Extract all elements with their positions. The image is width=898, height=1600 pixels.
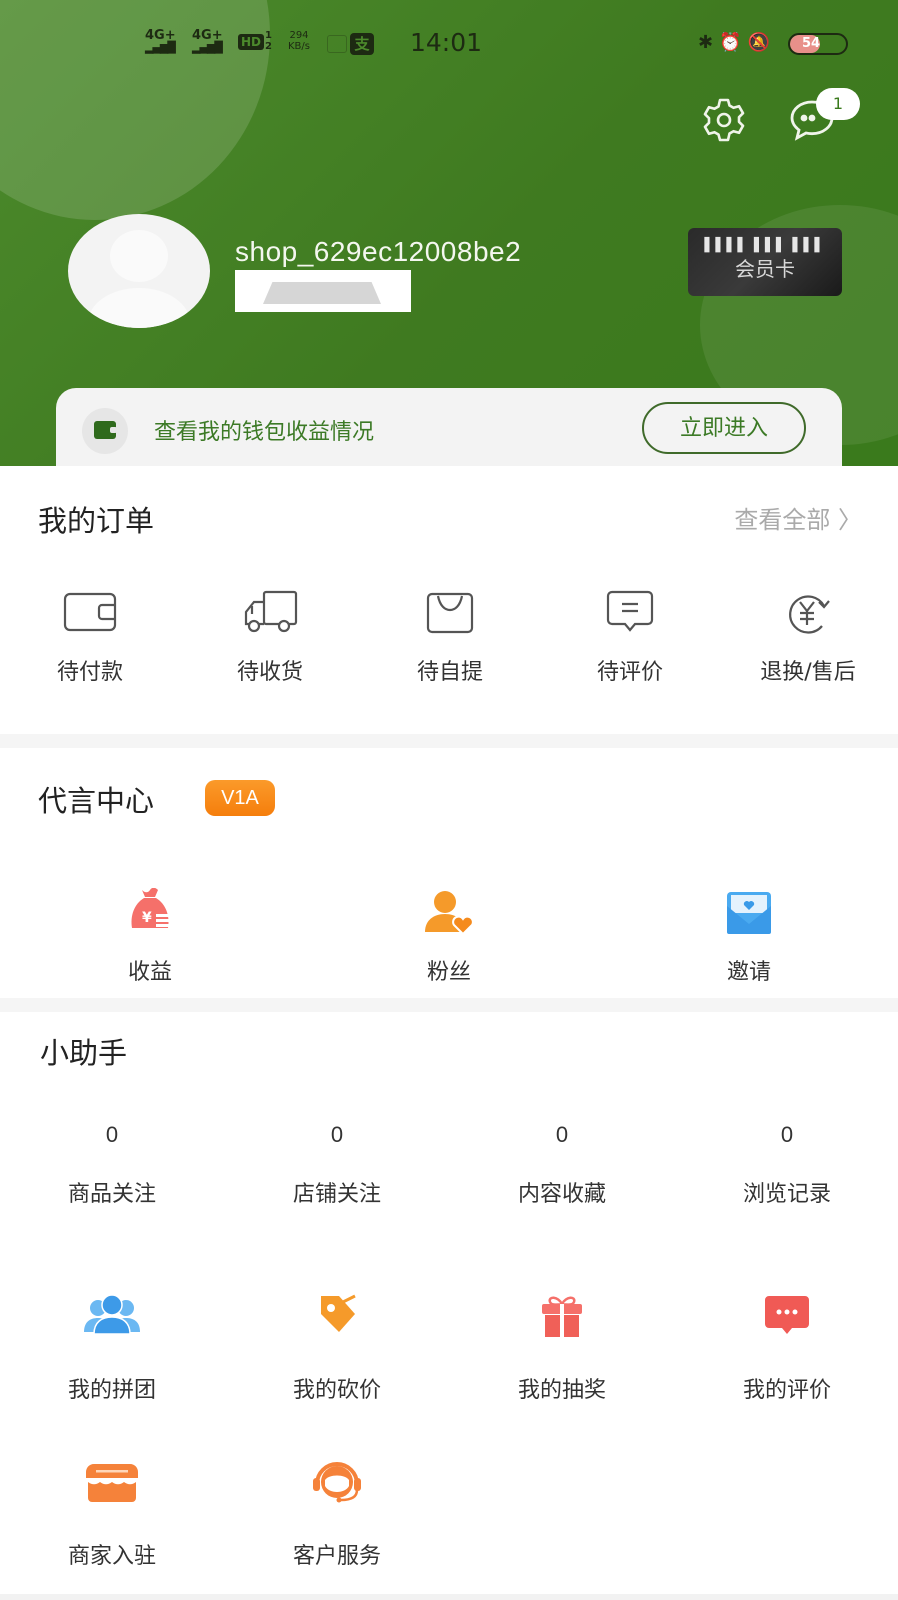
tool-my-reviews[interactable]: 我的评价 — [687, 1292, 887, 1404]
tool-group-buy[interactable]: 我的拼团 — [12, 1292, 212, 1404]
divider — [0, 1594, 898, 1600]
avatar-head — [110, 230, 168, 282]
shopping-bag-icon — [426, 592, 474, 634]
speed-value: 294 — [289, 30, 309, 41]
section-title: 小助手 — [40, 1036, 128, 1070]
tool-label: 商家入驻 — [67, 1544, 156, 1569]
count-label: 内容收藏 — [517, 1182, 606, 1207]
wallet-text: 查看我的钱包收益情况 — [154, 420, 375, 445]
tool-merchant-join[interactable]: 商家入驻 — [12, 1458, 212, 1570]
order-pending-payment[interactable]: 待付款 — [0, 588, 180, 686]
status-icons: ✱ ⏰ 🔕 — [698, 32, 770, 53]
tool-customer-service[interactable]: 客户服务 — [237, 1458, 437, 1570]
clock: 14:01 — [410, 28, 483, 57]
avatar[interactable] — [68, 214, 210, 328]
count-value: 0 — [555, 1122, 569, 1147]
bag-icon — [263, 282, 381, 304]
alarm-icon: ⏰ — [719, 32, 742, 53]
order-label: 待评价 — [596, 660, 663, 685]
group-icon — [84, 1294, 140, 1335]
level-badge: V1A — [205, 780, 275, 816]
advocate-center-section: 代言中心 V1A ¥ 收益 粉丝 邀请 — [0, 748, 898, 998]
order-label: 待付款 — [56, 660, 123, 685]
helper-section: 小助手 0 商品关注 0 店铺关注 0 内容收藏 0 浏览记录 我的拼团 我的砍… — [0, 1012, 898, 1600]
followed-stores[interactable]: 0 店铺关注 — [237, 1122, 437, 1208]
count-label: 浏览记录 — [742, 1182, 831, 1207]
network-speed: 294 KB/s — [288, 30, 310, 52]
tool-label: 我的拼团 — [67, 1378, 156, 1403]
advocate-label: 粉丝 — [426, 960, 471, 985]
price-tag-icon — [321, 1294, 356, 1332]
order-label: 待自提 — [416, 660, 483, 685]
tool-lottery[interactable]: 我的抽奖 — [462, 1292, 662, 1404]
tool-label: 我的评价 — [742, 1378, 831, 1403]
section-title: 代言中心 — [38, 784, 155, 818]
tool-label: 客户服务 — [292, 1544, 381, 1569]
advocate-fans[interactable]: 粉丝 — [359, 888, 539, 986]
hd-icon: HD — [238, 34, 265, 50]
member-card-label: 会员卡 — [735, 257, 795, 281]
invite-envelope-icon — [727, 892, 771, 934]
order-label: 待收货 — [236, 660, 303, 685]
wallet-banner[interactable]: 查看我的钱包收益情况 立即进入 — [56, 388, 842, 466]
battery-icon: 54 — [788, 33, 848, 55]
battery-level: 54 — [802, 36, 821, 51]
enter-wallet-button[interactable]: 立即进入 — [642, 402, 806, 454]
browse-history[interactable]: 0 浏览记录 — [687, 1122, 887, 1208]
order-refund-aftersale[interactable]: 退换/售后 — [718, 588, 898, 686]
tool-label: 我的抽奖 — [517, 1378, 606, 1403]
count-value: 0 — [780, 1122, 794, 1147]
count-label: 店铺关注 — [292, 1182, 381, 1207]
profile-page: 4G+ ▂▄▆█ 4G+ ▂▄▆█ HD 1 2 294 KB/s 支 14:01 … — [0, 0, 898, 1600]
count-value: 0 — [105, 1122, 119, 1147]
order-pending-pickup[interactable]: 待自提 — [360, 588, 540, 686]
svg-text:¥: ¥ — [142, 910, 152, 926]
profile-header: 4G+ ▂▄▆█ 4G+ ▂▄▆█ HD 1 2 294 KB/s 支 14:01 … — [0, 0, 898, 466]
order-label: 退换/售后 — [760, 660, 856, 685]
hd-sim-label: 1 2 — [265, 30, 272, 52]
advocate-invite[interactable]: 邀请 — [659, 888, 839, 986]
speed-unit: KB/s — [288, 41, 310, 52]
order-pending-review[interactable]: 待评价 — [540, 588, 720, 686]
advocate-label: 邀请 — [726, 960, 771, 985]
level-image — [235, 270, 411, 312]
barcode-icon: ▌▌▌▌ ▌▌▌ ▌▌▌ — [704, 238, 826, 253]
review-icon — [765, 1296, 809, 1334]
advocate-earnings[interactable]: ¥ 收益 — [60, 887, 240, 986]
truck-icon — [244, 590, 298, 633]
member-card-button[interactable]: ▌▌▌▌ ▌▌▌ ▌▌▌ 会员卡 — [688, 228, 842, 296]
money-bag-icon: ¥ — [131, 887, 170, 928]
wallet-icon — [63, 592, 117, 632]
avatar-body — [88, 288, 190, 328]
customer-service-icon — [313, 1462, 361, 1503]
section-title: 我的订单 — [38, 504, 155, 538]
message-count-badge: 1 — [816, 88, 860, 120]
signal-icon: 4G+ ▂▄▆█ — [145, 28, 176, 54]
comment-icon — [606, 590, 654, 632]
order-pending-delivery[interactable]: 待收货 — [180, 588, 360, 686]
followed-products[interactable]: 0 商品关注 — [12, 1122, 212, 1208]
mute-icon: 🔕 — [747, 32, 770, 53]
wallet-icon — [82, 408, 128, 454]
orders-section: 我的订单 查看全部 〉 待付款 待收货 待自提 待评价 退换/售后 — [0, 466, 898, 734]
view-all-orders-link[interactable]: 查看全部 〉 — [734, 500, 862, 535]
settings-button[interactable] — [700, 96, 748, 144]
bluetooth-icon: ✱ — [698, 32, 714, 53]
count-label: 商品关注 — [67, 1182, 156, 1207]
fans-icon — [425, 891, 474, 936]
content-favorites[interactable]: 0 内容收藏 — [462, 1122, 662, 1208]
tool-label: 我的砍价 — [292, 1378, 381, 1403]
alipay-icon: 支 — [350, 33, 374, 55]
status-bar: 4G+ ▂▄▆█ 4G+ ▂▄▆█ HD 1 2 294 KB/s 支 14:01 … — [0, 24, 898, 64]
signal-icon: 4G+ ▂▄▆█ — [192, 28, 223, 54]
store-icon — [86, 1464, 138, 1502]
gift-icon — [542, 1296, 582, 1337]
refund-icon — [789, 595, 830, 634]
username: shop_629ec12008be2 — [235, 236, 522, 267]
gear-icon — [703, 98, 745, 142]
notification-icon — [327, 35, 347, 53]
tool-bargain[interactable]: 我的砍价 — [237, 1292, 437, 1404]
count-value: 0 — [330, 1122, 344, 1147]
advocate-label: 收益 — [127, 960, 172, 985]
